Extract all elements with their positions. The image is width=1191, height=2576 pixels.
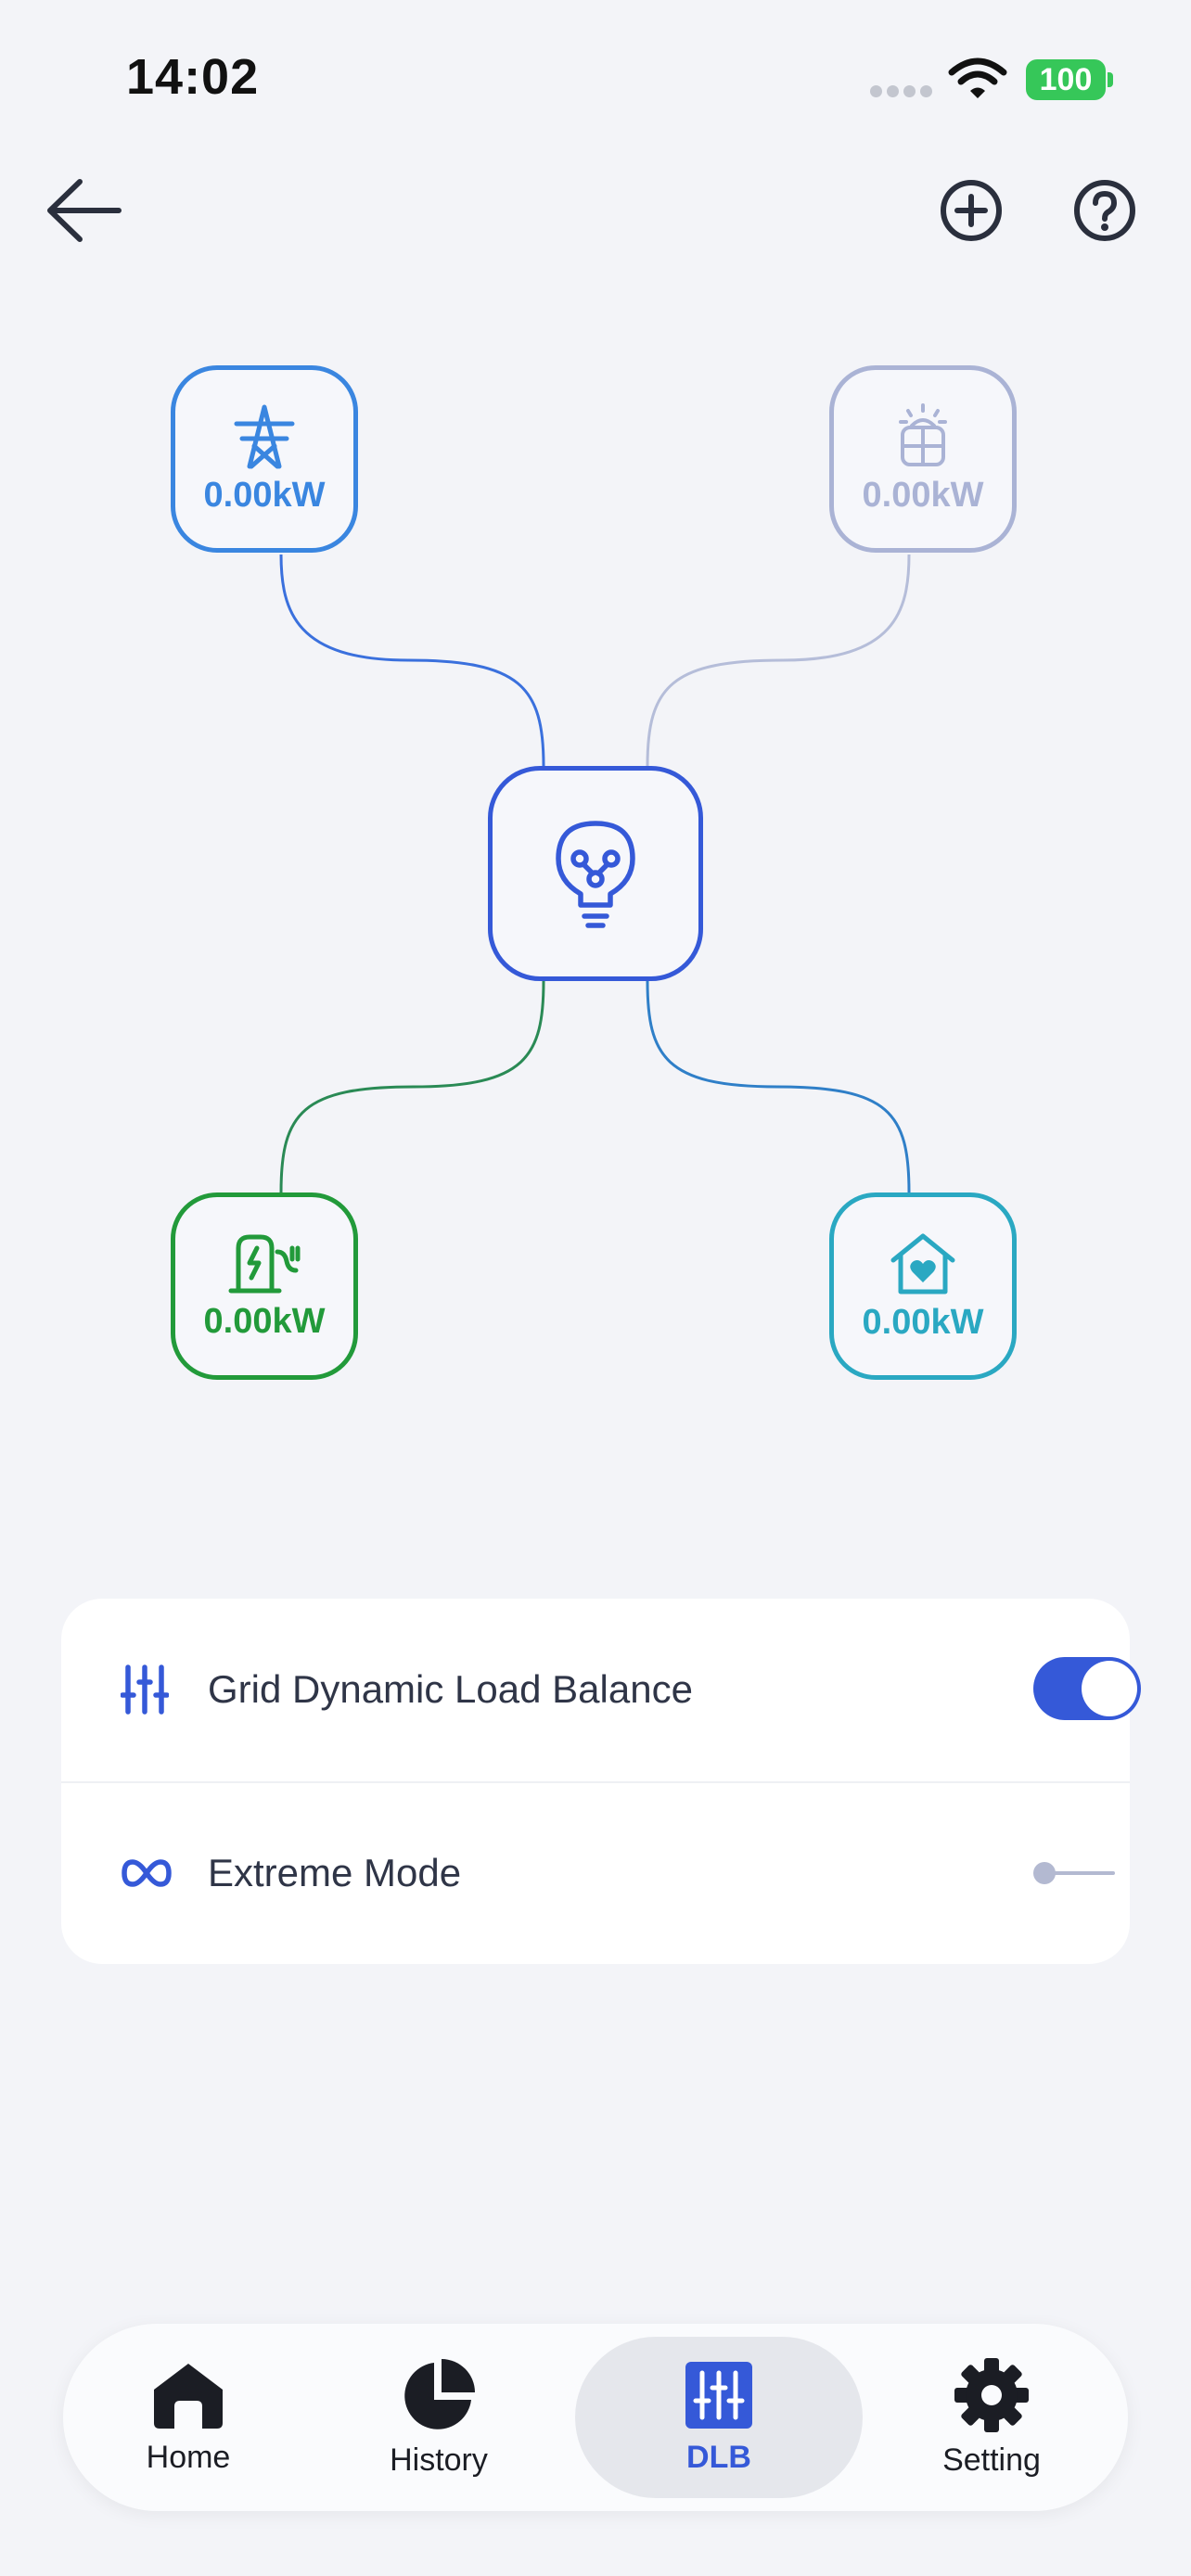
extreme-mode-row[interactable]: Extreme Mode <box>61 1782 1130 1964</box>
tab-home[interactable]: Home <box>63 2324 314 2511</box>
solar-power-value: 0.00kW <box>862 475 984 515</box>
tab-setting-label: Setting <box>942 2442 1041 2478</box>
grid-node[interactable]: 0.00kW <box>171 365 358 553</box>
bottom-tab-bar: Home History DLB Setting <box>63 2324 1128 2511</box>
extreme-mode-toggle-switch[interactable] <box>1033 1862 1115 1884</box>
tab-dlb[interactable]: DLB <box>575 2337 863 2498</box>
home-heart-icon <box>890 1233 955 1294</box>
gear-icon <box>954 2357 1029 2432</box>
home-icon <box>154 2363 223 2429</box>
dlb-toggle-switch[interactable] <box>1033 1657 1141 1720</box>
dlb-toggle-row[interactable]: Grid Dynamic Load Balance <box>61 1599 1141 1780</box>
dlb-sliders-icon <box>685 2361 752 2429</box>
solar-node[interactable]: 0.00kW <box>829 365 1017 553</box>
home-node[interactable]: 0.00kW <box>829 1192 1017 1380</box>
hub-node[interactable] <box>488 766 703 981</box>
charger-power-value: 0.00kW <box>203 1301 326 1341</box>
sliders-icon <box>121 1664 169 1715</box>
toggle-knob <box>1082 1661 1137 1716</box>
dlb-settings-card: Grid Dynamic Load Balance Extreme Mode <box>61 1599 1141 1964</box>
tab-setting[interactable]: Setting <box>866 2324 1117 2511</box>
grid-power-value: 0.00kW <box>203 475 326 515</box>
extreme-mode-label: Extreme Mode <box>208 1851 462 1894</box>
ev-charger-icon <box>228 1234 301 1293</box>
pie-chart-icon <box>404 2358 475 2429</box>
toggle-knob <box>1033 1862 1056 1884</box>
infinity-icon <box>122 1859 172 1887</box>
lightbulb-icon <box>556 821 635 928</box>
tab-home-label: Home <box>146 2439 231 2475</box>
tab-history[interactable]: History <box>314 2324 564 2511</box>
home-power-value: 0.00kW <box>862 1302 984 1342</box>
tab-dlb-label: DLB <box>686 2439 751 2475</box>
charger-node[interactable]: 0.00kW <box>171 1192 358 1380</box>
dlb-label: Grid Dynamic Load Balance <box>208 1667 693 1711</box>
solar-panel-icon <box>899 402 947 466</box>
tab-history-label: History <box>390 2442 488 2478</box>
power-tower-icon <box>234 404 295 468</box>
